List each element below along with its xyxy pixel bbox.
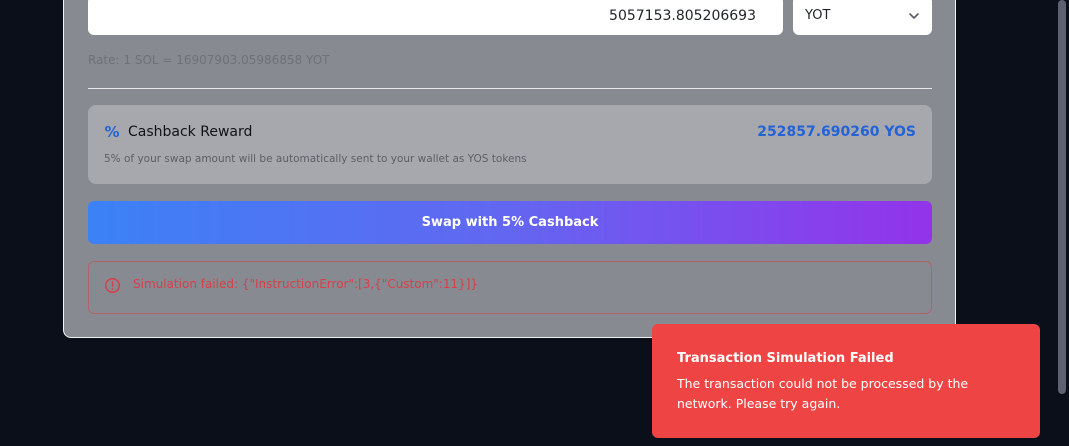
- alert-circle-icon: [104, 277, 121, 294]
- output-amount-field[interactable]: 5057153.805206693: [88, 0, 783, 35]
- cashback-amount: 252857.690260 YOS: [757, 124, 916, 140]
- swap-button-label: Swap with 5% Cashback: [421, 215, 599, 230]
- exchange-rate: Rate: 1 SOL = 16907903.05986858 YOT: [88, 53, 330, 67]
- output-token-select[interactable]: YOT: [793, 0, 932, 35]
- divider: [88, 88, 932, 89]
- scrollbar-thumb[interactable]: [1058, 0, 1066, 394]
- output-token-label: YOT: [805, 8, 831, 23]
- toast-message: The transaction could not be processed b…: [677, 376, 969, 411]
- cashback-description: 5% of your swap amount will be automatic…: [104, 153, 527, 165]
- toast-title: Transaction Simulation Failed: [677, 351, 894, 366]
- output-amount-value: 5057153.805206693: [609, 7, 756, 24]
- swap-button[interactable]: Swap with 5% Cashback: [88, 201, 932, 244]
- chevron-down-icon: [909, 12, 919, 19]
- cashback-title: Cashback Reward: [128, 124, 253, 140]
- cashback-panel: [88, 105, 932, 184]
- error-toast[interactable]: Transaction Simulation Failed The transa…: [652, 324, 1040, 438]
- percent-icon: %: [104, 123, 120, 141]
- error-message: Simulation failed: {"InstructionError":[…: [133, 277, 479, 291]
